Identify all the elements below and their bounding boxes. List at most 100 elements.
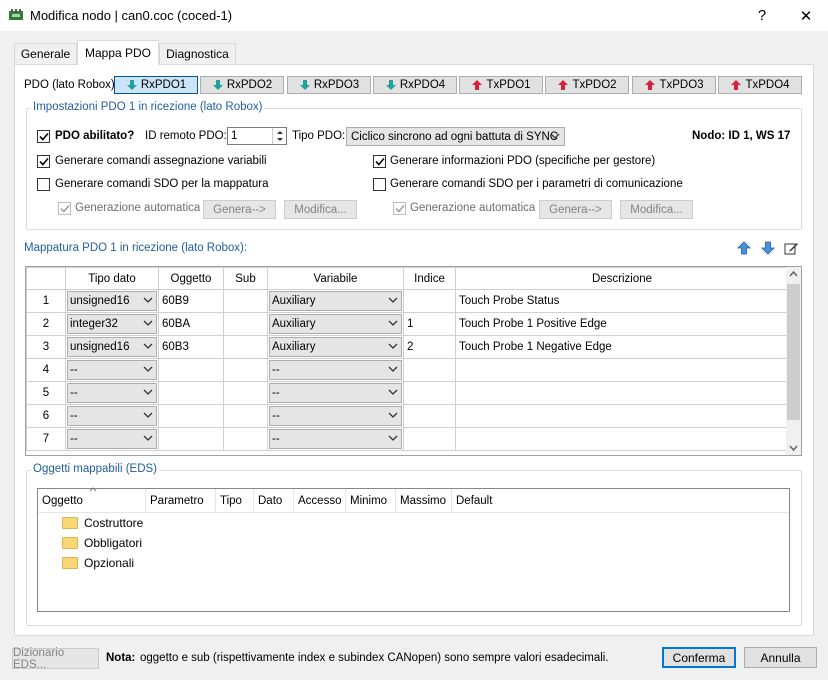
cell-tipo-dato[interactable]: -- — [65, 404, 159, 428]
cell-descrizione[interactable] — [455, 381, 789, 405]
cell-indice[interactable] — [403, 358, 456, 382]
variabile-select[interactable]: -- — [269, 406, 402, 426]
eds-col-massimo[interactable]: Massimo — [396, 488, 452, 513]
cell-tipo-dato[interactable]: -- — [65, 427, 159, 451]
eds-col-dato[interactable]: Dato — [254, 488, 294, 513]
table-row[interactable]: 6 -- -- — [26, 404, 789, 428]
col-header-oggetto[interactable]: Oggetto — [158, 267, 224, 290]
cell-descrizione[interactable] — [455, 358, 789, 382]
tipo-dato-select[interactable]: unsigned16 — [67, 291, 157, 311]
cell-indice[interactable]: 1 — [403, 312, 456, 336]
pdo-enabled-checkbox[interactable] — [37, 130, 50, 143]
tab-generale[interactable]: Generale — [14, 43, 77, 64]
move-up-icon[interactable] — [735, 239, 753, 257]
auto-gen-right-checkbox[interactable] — [393, 202, 406, 215]
variabile-select[interactable]: Auxiliary — [269, 337, 402, 357]
eds-col-oggetto[interactable]: Oggetto — [38, 486, 146, 513]
cell-indice[interactable] — [403, 381, 456, 405]
grid-scrollbar[interactable] — [786, 267, 801, 455]
cell-indice[interactable] — [403, 289, 456, 313]
variabile-select[interactable]: -- — [269, 429, 402, 449]
gen-sdo-comm-checkbox[interactable] — [373, 178, 386, 191]
cell-tipo-dato[interactable]: integer32 — [65, 312, 159, 336]
tree-folder-opzionali[interactable]: Opzionali — [38, 553, 789, 573]
col-header-descrizione[interactable]: Descrizione — [455, 267, 789, 290]
cell-sub[interactable] — [223, 404, 268, 428]
cell-oggetto[interactable] — [158, 404, 224, 428]
tipo-dato-select[interactable]: -- — [67, 429, 157, 449]
cell-indice[interactable] — [403, 427, 456, 451]
eds-col-default[interactable]: Default — [452, 489, 512, 513]
variabile-select[interactable]: -- — [269, 360, 402, 380]
tab-mappa-pdo[interactable]: Mappa PDO — [77, 40, 159, 65]
tipo-dato-select[interactable]: unsigned16 — [67, 337, 157, 357]
pdo-type-select[interactable]: Ciclico sincrono ad ogni battuta di SYNC — [346, 127, 565, 146]
genera-right-button[interactable]: Genera--> — [539, 200, 612, 219]
cell-descrizione[interactable]: Touch Probe Status — [455, 289, 789, 313]
pdo-button-txpdo1[interactable]: TxPDO1 — [459, 76, 543, 94]
table-row[interactable]: 2 integer32 60BA Auxiliary 1 Touch Probe 1 Po… — [26, 312, 789, 336]
modifica-left-button[interactable]: Modifica... — [284, 200, 357, 219]
stepper-arrows[interactable] — [272, 128, 286, 144]
confirm-button[interactable]: Conferma — [662, 647, 736, 668]
table-row[interactable]: 4 -- -- — [26, 358, 789, 382]
gen-sdo-mapping-checkbox[interactable] — [37, 178, 50, 191]
cell-oggetto[interactable] — [158, 381, 224, 405]
col-header-tipo-dato[interactable]: Tipo dato — [65, 267, 159, 290]
cell-sub[interactable] — [223, 358, 268, 382]
edit-icon[interactable] — [782, 239, 800, 257]
table-row[interactable]: 7 -- -- — [26, 427, 789, 451]
pdo-button-rxpdo3[interactable]: RxPDO3 — [287, 76, 371, 94]
cell-oggetto[interactable]: 60B9 — [158, 289, 224, 313]
cell-variabile[interactable]: -- — [267, 427, 404, 451]
pdo-button-rxpdo4[interactable]: RxPDO4 — [373, 76, 457, 94]
tree-folder-obbligatori[interactable]: Obbligatori — [38, 533, 789, 553]
cell-variabile[interactable]: -- — [267, 358, 404, 382]
eds-col-minimo[interactable]: Minimo — [346, 488, 396, 513]
auto-gen-left-checkbox[interactable] — [58, 202, 71, 215]
pdo-button-txpdo2[interactable]: TxPDO2 — [545, 76, 629, 94]
col-header-indice[interactable]: Indice — [403, 267, 456, 290]
eds-dictionary-button[interactable]: Dizionario EDS... — [12, 647, 99, 671]
eds-col-tipo[interactable]: Tipo — [216, 488, 254, 513]
cell-descrizione[interactable]: Touch Probe 1 Negative Edge — [455, 335, 789, 359]
cell-tipo-dato[interactable]: -- — [65, 381, 159, 405]
modifica-right-button[interactable]: Modifica... — [620, 200, 693, 219]
cell-tipo-dato[interactable]: unsigned16 — [65, 289, 159, 313]
col-header-sub[interactable]: Sub — [223, 267, 268, 290]
genera-left-button[interactable]: Genera--> — [203, 200, 276, 219]
table-row[interactable]: 1 unsigned16 60B9 Auxiliary Touch Probe Stat… — [26, 289, 789, 313]
col-header-variabile[interactable]: Variabile — [267, 267, 404, 290]
scrollbar-thumb[interactable] — [787, 284, 800, 420]
tab-diagnostica[interactable]: Diagnostica — [159, 43, 236, 64]
cell-oggetto[interactable] — [158, 427, 224, 451]
tree-folder-costruttore[interactable]: Costruttore — [38, 513, 789, 533]
cell-sub[interactable] — [223, 335, 268, 359]
cell-oggetto[interactable] — [158, 358, 224, 382]
cell-tipo-dato[interactable]: unsigned16 — [65, 335, 159, 359]
tipo-dato-select[interactable]: -- — [67, 360, 157, 380]
pdo-button-txpdo4[interactable]: TxPDO4 — [718, 76, 802, 94]
tipo-dato-select[interactable]: -- — [67, 383, 157, 403]
help-button[interactable]: ? — [742, 0, 782, 31]
cell-sub[interactable] — [223, 427, 268, 451]
pdo-button-txpdo3[interactable]: TxPDO3 — [632, 76, 716, 94]
table-row[interactable]: 5 -- -- — [26, 381, 789, 405]
cell-variabile[interactable]: -- — [267, 381, 404, 405]
cell-oggetto[interactable]: 60B3 — [158, 335, 224, 359]
tipo-dato-select[interactable]: integer32 — [67, 314, 157, 334]
cell-variabile[interactable]: Auxiliary — [267, 289, 404, 313]
cell-sub[interactable] — [223, 312, 268, 336]
cell-sub[interactable] — [223, 381, 268, 405]
cell-sub[interactable] — [223, 289, 268, 313]
cell-descrizione[interactable]: Touch Probe 1 Positive Edge — [455, 312, 789, 336]
cell-tipo-dato[interactable]: -- — [65, 358, 159, 382]
remote-id-stepper[interactable]: 1 — [227, 127, 287, 145]
cell-oggetto[interactable]: 60BA — [158, 312, 224, 336]
cell-indice[interactable]: 2 — [403, 335, 456, 359]
cell-variabile[interactable]: Auxiliary — [267, 335, 404, 359]
variabile-select[interactable]: -- — [269, 383, 402, 403]
cell-descrizione[interactable] — [455, 404, 789, 428]
cancel-button[interactable]: Annulla — [744, 647, 817, 668]
cell-descrizione[interactable] — [455, 427, 789, 451]
